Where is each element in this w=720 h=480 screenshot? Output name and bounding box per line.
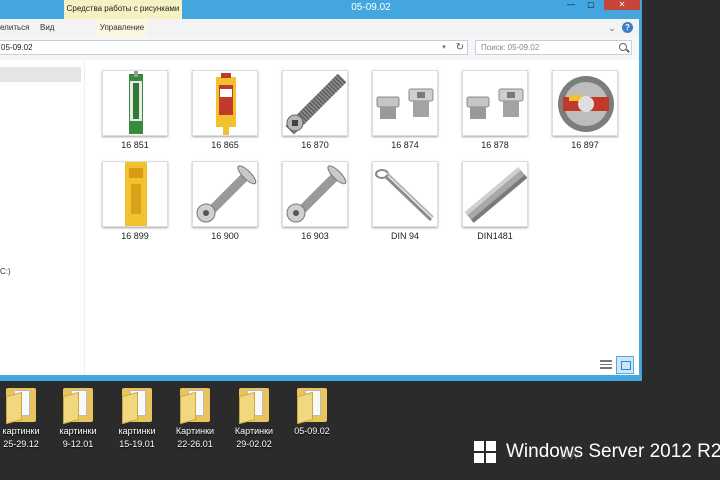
- folder-icon: [178, 384, 212, 425]
- file-item[interactable]: DIN 94: [370, 161, 440, 241]
- desktop-folder[interactable]: картинки 15-19.01: [108, 384, 166, 450]
- file-list: 16 851 16 865 16 870 16 874 16 878 16 89…: [85, 60, 639, 375]
- search-icon[interactable]: [619, 43, 627, 51]
- folder-label-line2: 9-12.01: [62, 439, 94, 449]
- explorer-window: Средства работы с рисунками 05-09.02 — ▢…: [0, 0, 642, 381]
- file-item[interactable]: 16 874: [370, 70, 440, 150]
- cotter-pin-thumbnail: [372, 161, 438, 227]
- picture-tools-context-tab[interactable]: Средства работы с рисунками: [64, 0, 182, 19]
- folder-label-line1: картинки: [59, 426, 97, 436]
- help-icon[interactable]: ?: [622, 22, 633, 33]
- window-title: 05-09.02: [351, 2, 391, 13]
- folder-icon: [237, 384, 271, 425]
- ribbon-expand-icon[interactable]: ⌄: [606, 19, 618, 37]
- file-item[interactable]: 16 903: [280, 161, 350, 241]
- folder-icon: [61, 384, 95, 425]
- nav-selected-item[interactable]: [0, 67, 81, 82]
- folder-icon: [295, 384, 329, 425]
- file-name: 16 874: [391, 140, 419, 150]
- folder-label-line1: картинки: [118, 426, 156, 436]
- file-item[interactable]: DIN1481: [460, 161, 530, 241]
- tab-view[interactable]: Вид: [40, 19, 60, 37]
- spring-pin-thumbnail: [462, 161, 528, 227]
- sealant-tube-thumbnail: [102, 70, 168, 136]
- folder-icon: [4, 384, 38, 425]
- file-name: 16 865: [211, 140, 239, 150]
- file-name: DIN1481: [477, 231, 513, 241]
- os-branding: Windows Server 2012 R2: [506, 441, 720, 462]
- file-name: 16 903: [301, 231, 329, 241]
- folder-label-line1: картинки: [2, 426, 40, 436]
- file-name: DIN 94: [390, 231, 419, 241]
- desktop-folder[interactable]: картинки 9-12.01: [49, 384, 107, 450]
- glue-tube-thumbnail: [192, 70, 258, 136]
- chevron-down-icon[interactable]: ▾: [439, 41, 449, 54]
- folder-icon: [120, 384, 154, 425]
- folder-label-line2: 15-19.01: [119, 439, 155, 449]
- desktop-folder[interactable]: Картинки 29-02.02: [225, 384, 283, 450]
- folder-label-line2: 25-29.12: [3, 439, 39, 449]
- file-item[interactable]: 16 865: [190, 70, 260, 150]
- button-head-screw-thumbnail: [192, 161, 258, 227]
- search-placeholder: Поиск: 05-09.02: [481, 43, 540, 52]
- nav-drive-item[interactable]: C:): [0, 267, 11, 276]
- set-screw-thumbnail: [282, 70, 348, 136]
- title-bar[interactable]: Средства работы с рисунками 05-09.02 — ▢…: [0, 0, 642, 19]
- minimize-button[interactable]: —: [562, 0, 580, 10]
- address-bar-row: 05-09.02 ▾ ↻ Поиск: 05-09.02: [0, 37, 639, 60]
- file-item[interactable]: 16 851: [100, 70, 170, 150]
- file-item[interactable]: 16 878: [460, 70, 530, 150]
- large-icons-view-icon[interactable]: [616, 356, 634, 374]
- file-name: 16 897: [571, 140, 599, 150]
- file-item[interactable]: 16 897: [550, 70, 620, 150]
- ribbon-tabs: елиться Вид Управление ⌄ ?: [0, 19, 639, 37]
- details-view-icon[interactable]: [600, 360, 612, 371]
- folder-label-line2: 29-02.02: [236, 439, 272, 449]
- windows-logo-icon: [474, 441, 496, 463]
- file-name: 16 878: [481, 140, 509, 150]
- plug-screws-thumbnail: [462, 70, 528, 136]
- file-name: 16 899: [121, 231, 149, 241]
- file-name: 16 870: [301, 140, 329, 150]
- yellow-package-thumbnail: [102, 161, 168, 227]
- plug-screws-thumbnail: [372, 70, 438, 136]
- folder-label-line1: Картинки: [234, 426, 274, 436]
- folder-label-line2: 22-26.01: [177, 439, 213, 449]
- button-head-screw-thumbnail: [282, 161, 348, 227]
- close-button[interactable]: ✕: [604, 0, 640, 10]
- tab-share[interactable]: елиться: [0, 19, 30, 37]
- desktop-folder[interactable]: Картинки 22-26.01: [166, 384, 224, 450]
- file-item[interactable]: 16 870: [280, 70, 350, 150]
- refresh-icon[interactable]: ↻: [454, 41, 466, 54]
- address-path: 05-09.02: [1, 43, 33, 52]
- file-item[interactable]: 16 899: [100, 161, 170, 241]
- file-item[interactable]: 16 900: [190, 161, 260, 241]
- folder-label-line1: 05-09.02: [294, 426, 330, 436]
- address-bar[interactable]: 05-09.02 ▾ ↻: [0, 40, 468, 55]
- desktop-folder[interactable]: 05-09.02: [283, 384, 341, 437]
- file-name: 16 851: [121, 140, 149, 150]
- folder-label-line1: Картинки: [175, 426, 215, 436]
- navigation-pane: C:): [0, 60, 85, 375]
- maximize-button[interactable]: ▢: [582, 0, 600, 10]
- tape-roll-thumbnail: [552, 70, 618, 136]
- search-input[interactable]: Поиск: 05-09.02: [475, 40, 632, 55]
- tab-manage[interactable]: Управление: [97, 19, 147, 37]
- file-name: 16 900: [211, 231, 239, 241]
- desktop-folder[interactable]: картинки 25-29.12: [0, 384, 50, 450]
